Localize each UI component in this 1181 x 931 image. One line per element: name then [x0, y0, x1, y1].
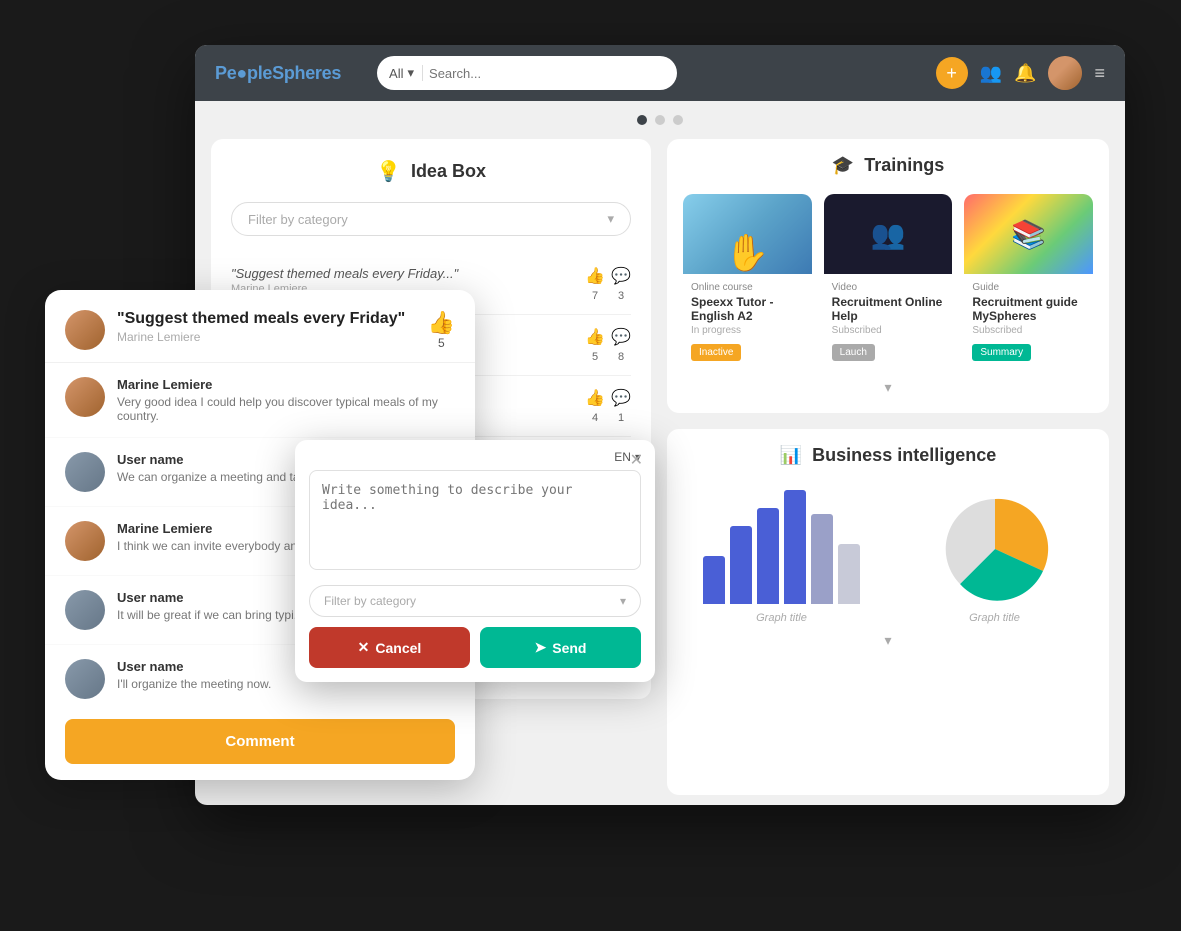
- send-icon: ➤: [535, 639, 547, 656]
- search-filter-dropdown[interactable]: All ▾: [389, 65, 423, 81]
- thumbs-up-icon-1[interactable]: 👍: [585, 266, 605, 286]
- search-input[interactable]: [429, 66, 665, 81]
- bar-1: [703, 556, 725, 604]
- trainings-panel: 🎓 Trainings Online course Speexx Tutor -…: [667, 139, 1109, 413]
- thumbs-up-icon-3[interactable]: 👍: [585, 388, 605, 408]
- bulb-icon: 💡: [376, 159, 401, 184]
- modal-actions: ✕ Cancel ➤ Send: [295, 627, 655, 682]
- chart-icon: 📊: [780, 445, 802, 466]
- pie-chart-title: Graph title: [969, 612, 1020, 624]
- users-icon[interactable]: 👥: [980, 63, 1002, 84]
- trainings-cards: Online course Speexx Tutor - English A2 …: [683, 194, 1093, 369]
- bi-charts: Graph title Graph title: [683, 484, 1093, 624]
- idea-textarea[interactable]: [309, 470, 641, 570]
- card-3-badge: Summary: [972, 344, 1031, 361]
- dialog-avatar: [65, 310, 105, 350]
- training-card-3[interactable]: 📚 Guide Recruitment guide MySpheres Subs…: [964, 194, 1093, 369]
- training-card-1[interactable]: Online course Speexx Tutor - English A2 …: [683, 194, 812, 369]
- card-3-image: 📚: [964, 194, 1093, 274]
- x-icon: ✕: [358, 639, 370, 656]
- card-1-badge: Inactive: [691, 344, 741, 361]
- chat-icon-3[interactable]: 💬: [611, 388, 631, 408]
- header: Pe●pleSpheres All ▾ + 👥 🔔 ≡: [195, 45, 1125, 101]
- trainings-title: 🎓 Trainings: [683, 155, 1093, 176]
- comment-item-1: Marine Lemiere Very good idea I could he…: [45, 363, 475, 438]
- bar-4: [784, 490, 806, 604]
- logo: Pe●pleSpheres: [215, 63, 341, 84]
- comment-avatar-1: [65, 377, 105, 417]
- pie-chart-container: Graph title: [896, 494, 1093, 624]
- dialog-header: "Suggest themed meals every Friday" Mari…: [45, 290, 475, 363]
- pie-chart: [940, 494, 1050, 604]
- add-button[interactable]: +: [936, 57, 968, 89]
- dot-3[interactable]: [673, 115, 683, 125]
- bar-chart-title: Graph title: [756, 612, 807, 624]
- bar-2: [730, 526, 752, 604]
- bi-panel: 📊 Business intelligence: [667, 429, 1109, 795]
- new-idea-modal: ✕ EN ▾ Filter by category ▾ ✕ Cancel ➤ S…: [295, 440, 655, 682]
- card-2-badge: Lauch: [832, 344, 875, 361]
- menu-icon[interactable]: ≡: [1094, 63, 1105, 84]
- training-card-2[interactable]: 👥 Video Recruitment Online Help Subscrib…: [824, 194, 953, 369]
- bar-chart-container: Graph title: [683, 484, 880, 624]
- bar-5: [811, 514, 833, 604]
- page-dots: [195, 101, 1125, 139]
- comment-avatar-2: [65, 452, 105, 492]
- card-2-image: 👥: [824, 194, 953, 274]
- comment-avatar-4: [65, 590, 105, 630]
- bi-chevron-down[interactable]: ▾: [884, 632, 891, 648]
- modal-close-button[interactable]: ✕: [630, 450, 643, 470]
- modal-lang-selector[interactable]: EN ▾: [295, 440, 655, 470]
- header-icons: + 👥 🔔 ≡: [936, 56, 1105, 90]
- cancel-button[interactable]: ✕ Cancel: [309, 627, 470, 668]
- trainings-chevron-down[interactable]: ▾: [884, 379, 891, 395]
- bar-3: [757, 508, 779, 604]
- card-1-image: [683, 194, 812, 274]
- thumbs-up-icon-dialog[interactable]: 👍: [428, 310, 455, 336]
- dot-1[interactable]: [637, 115, 647, 125]
- idea-box-filter[interactable]: Filter by category ▾: [231, 202, 631, 236]
- modal-category-filter[interactable]: Filter by category ▾: [309, 585, 641, 617]
- search-bar[interactable]: All ▾: [377, 56, 677, 90]
- comment-avatar-5: [65, 659, 105, 699]
- bar-6: [838, 544, 860, 604]
- avatar-face: [1048, 56, 1082, 90]
- right-panel: 🎓 Trainings Online course Speexx Tutor -…: [667, 139, 1109, 795]
- chat-icon-2[interactable]: 💬: [611, 327, 631, 347]
- graduation-icon: 🎓: [832, 155, 854, 176]
- dot-2[interactable]: [655, 115, 665, 125]
- bi-title: 📊 Business intelligence: [683, 445, 1093, 466]
- bell-icon[interactable]: 🔔: [1014, 63, 1036, 84]
- chat-icon-1[interactable]: 💬: [611, 266, 631, 286]
- user-avatar[interactable]: [1048, 56, 1082, 90]
- idea-box-title: 💡 Idea Box: [231, 159, 631, 184]
- bar-chart: [703, 484, 860, 604]
- comment-avatar-3: [65, 521, 105, 561]
- thumbs-up-icon-2[interactable]: 👍: [585, 327, 605, 347]
- comment-button[interactable]: Comment: [65, 719, 455, 764]
- send-button[interactable]: ➤ Send: [480, 627, 641, 668]
